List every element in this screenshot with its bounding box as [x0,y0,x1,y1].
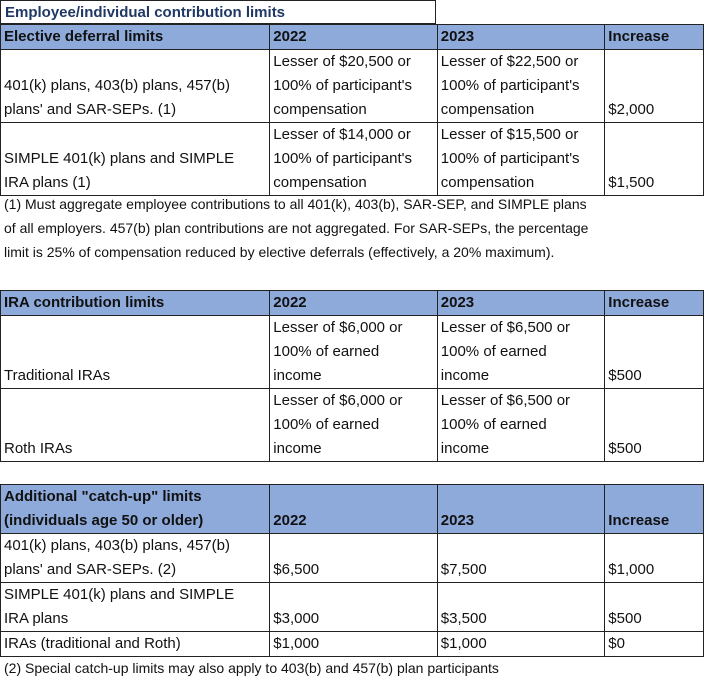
line: 100% of earned [440,343,547,360]
value-increase: $1,500 [604,122,704,196]
header-increase: Increase [604,24,704,50]
value-2023: $1,000 [436,631,606,657]
footnote-2: (2) Special catch-up limits may also app… [4,656,499,680]
header-category: Elective deferral limits [0,24,271,50]
row-label: Traditional IRAs [0,315,271,389]
line: 100% of earned [273,416,380,433]
header-2022: 2022 [269,24,438,50]
table-header-row: IRA contribution limits 2022 2023 Increa… [0,290,704,316]
value-increase: $0 [604,631,704,657]
value-2022: Lesser of $6,000 or 100% of earned income [269,315,438,389]
footnote-line: (2) Special catch-up limits may also app… [4,660,499,676]
footnote-line: (1) Must aggregate employee contribution… [4,196,587,212]
header-2022: 2022 [269,484,438,534]
value-increase: $500 [604,315,704,389]
value-2022: $1,000 [269,631,438,657]
line: 401(k) plans, 403(b) plans, 457(b) [4,77,230,94]
line: SIMPLE 401(k) plans and SIMPLE [4,586,235,603]
value-2022: Lesser of $20,500 or 100% of participant'… [269,49,438,123]
line: income [440,367,490,384]
line: 100% of earned [440,416,547,433]
elective-deferral-table: Elective deferral limits 2022 2023 Incre… [0,24,704,196]
line: compensation [273,101,367,118]
line: Lesser of $22,500 or [440,53,579,70]
line: income [273,367,322,384]
header-2023: 2023 [436,24,606,50]
line: Lesser of $15,500 or [440,126,579,143]
header-category: Additional "catch-up" limits (individuals… [0,484,271,534]
line: 100% of participant's [273,150,413,167]
header-2023: 2023 [436,484,606,534]
table-header-row: Elective deferral limits 2022 2023 Incre… [0,24,704,50]
value-2023: $7,500 [436,533,606,583]
table-row: Roth IRAs Lesser of $6,000 or 100% of ear… [0,388,704,462]
value-2022: $3,000 [269,582,438,632]
line: Lesser of $20,500 or [273,53,411,70]
value-2022: $6,500 [269,533,438,583]
row-label: SIMPLE 401(k) plans and SIMPLE IRA plans … [0,122,271,196]
footnote-1: (1) Must aggregate employee contribution… [4,192,588,264]
value-2022: Lesser of $14,000 or 100% of participant'… [269,122,438,196]
value-increase: $500 [604,388,704,462]
table-row: 401(k) plans, 403(b) plans, 457(b) plans'… [0,533,704,583]
row-label: Roth IRAs [0,388,271,462]
row-label: IRAs (traditional and Roth) [0,631,271,657]
header-2022: 2022 [269,290,438,316]
ira-contribution-table: IRA contribution limits 2022 2023 Increa… [0,290,704,462]
row-label: SIMPLE 401(k) plans and SIMPLE IRA plans [0,582,271,632]
value-2023: Lesser of $22,500 or 100% of participant'… [436,49,606,123]
value-2023: Lesser of $6,500 or 100% of earned income [436,388,606,462]
line: 100% of participant's [273,77,413,94]
catch-up-limits-table: Additional "catch-up" limits (individuals… [0,484,704,657]
table-row: SIMPLE 401(k) plans and SIMPLE IRA plans … [0,122,704,196]
footnote-line: of all employers. 457(b) plan contributi… [4,220,589,236]
line: Lesser of $6,000 or [273,319,403,336]
value-2023: Lesser of $15,500 or 100% of participant'… [436,122,606,196]
line: Additional "catch-up" limits [4,488,202,505]
line: IRA plans [4,610,69,627]
line: Lesser of $6,500 or [440,392,571,409]
line: 401(k) plans, 403(b) plans, 457(b) [4,537,230,554]
value-increase: $500 [604,582,704,632]
line: 100% of earned [273,343,380,360]
value-increase: $2,000 [604,49,704,123]
sheet-title: Employee/individual contribution limits [0,0,436,24]
line: (individuals age 50 or older) [4,512,204,529]
table-row: 401(k) plans, 403(b) plans, 457(b) plans'… [0,49,704,123]
row-label: 401(k) plans, 403(b) plans, 457(b) plans'… [0,49,271,123]
line: income [273,440,322,457]
line: Lesser of $6,000 or [273,392,403,409]
value-2023: Lesser of $6,500 or 100% of earned income [436,315,606,389]
value-increase: $1,000 [604,533,704,583]
table-row: IRAs (traditional and Roth) $1,000 $1,00… [0,631,704,657]
row-label: 401(k) plans, 403(b) plans, 457(b) plans'… [0,533,271,583]
footnote-line: limit is 25% of compensation reduced by … [4,244,555,260]
line: Lesser of $6,500 or [440,319,571,336]
header-increase: Increase [604,290,704,316]
line: 100% of participant's [440,150,580,167]
line: compensation [440,101,535,118]
value-2023: $3,500 [436,582,606,632]
header-2023: 2023 [436,290,606,316]
table-row: Traditional IRAs Lesser of $6,000 or 100%… [0,315,704,389]
line: plans' and SAR-SEPs. (2) [4,561,177,578]
line: 100% of participant's [440,77,580,94]
line: SIMPLE 401(k) plans and SIMPLE [4,150,235,167]
line: plans' and SAR-SEPs. (1) [4,101,177,118]
value-2022: Lesser of $6,000 or 100% of earned income [269,388,438,462]
line: income [440,440,490,457]
header-increase: Increase [604,484,704,534]
header-category: IRA contribution limits [0,290,271,316]
line: Lesser of $14,000 or [273,126,411,143]
table-header-row: Additional "catch-up" limits (individuals… [0,484,704,534]
table-row: SIMPLE 401(k) plans and SIMPLE IRA plans … [0,582,704,632]
